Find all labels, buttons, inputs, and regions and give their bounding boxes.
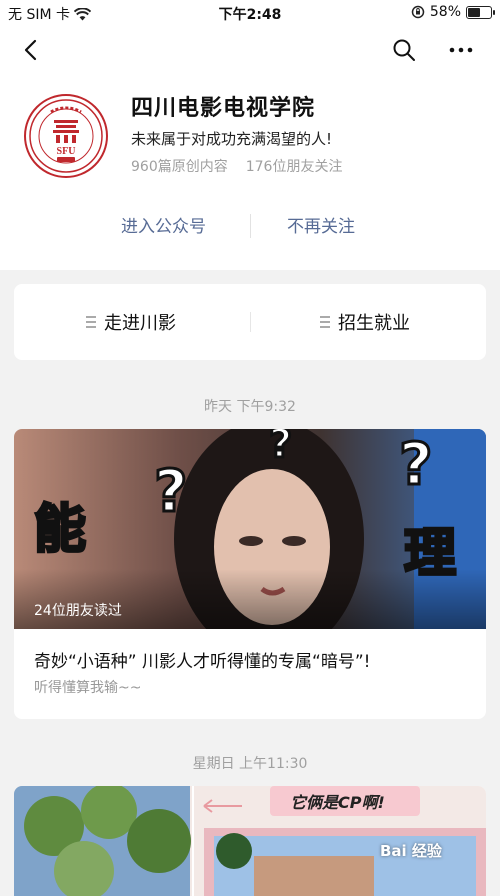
account-menu: 走进川影 招生就业 [14, 284, 486, 360]
post-timestamp: 昨天 下午9:32 [204, 399, 296, 415]
back-arrow-icon[interactable] [20, 38, 44, 62]
status-bar: 无 SIM 卡 下午2:48 58% [0, 0, 500, 26]
article-digest: 听得懂算我输~~ [34, 680, 142, 696]
more-options-icon[interactable] [448, 38, 474, 62]
article-card[interactable]: ? ? ? 能 理 24位朋友读过 奇妙“小语种” 川影人才听得懂的专属“暗号”… [14, 429, 486, 719]
account-avatar[interactable]: SFU [24, 94, 108, 178]
friends-following-count[interactable]: 176位朋友关注 [246, 156, 343, 176]
enter-account-button[interactable]: 进入公众号 [121, 212, 206, 237]
account-stats: 960篇原创内容 176位朋友关注 [131, 156, 342, 176]
list-icon [320, 316, 330, 328]
menu-item-admissions[interactable]: 招生就业 [320, 284, 410, 360]
battery-icon [466, 5, 495, 19]
logo-text: SFU [57, 146, 76, 157]
menu-item-label: 走进川影 [104, 313, 176, 334]
profile-header: SFU 四川电影电视学院 未来属于对成功充满渴望的人! 960篇原创内容 176… [0, 26, 500, 270]
orientation-lock-icon [411, 5, 425, 19]
action-divider [250, 214, 251, 238]
battery-percent: 58% [429, 4, 461, 20]
original-content-count: 960篇原创内容 [131, 159, 228, 175]
school-logo-icon: SFU [29, 99, 103, 173]
menu-divider [250, 312, 251, 332]
friends-read-count: 24位朋友读过 [34, 603, 122, 619]
unfollow-button[interactable]: 不再关注 [287, 212, 355, 237]
account-name: 四川电影电视学院 [131, 96, 316, 121]
menu-item-label: 招生就业 [338, 313, 410, 334]
menu-item-about[interactable]: 走进川影 [86, 284, 176, 360]
status-right: 58% [411, 4, 495, 20]
account-slogan: 未来属于对成功充满渴望的人! [131, 130, 333, 148]
profile-actions: 进入公众号 不再关注 [0, 212, 500, 242]
list-icon [86, 316, 96, 328]
post-timestamp: 星期日 上午11:30 [192, 756, 308, 772]
article-title[interactable]: 奇妙“小语种” 川影人才听得懂的专属“暗号”! [34, 647, 370, 672]
article-cover-image: ? ? ? 能 理 [14, 429, 486, 629]
search-icon[interactable] [392, 38, 416, 62]
cover-caption: 它俩是CP啊! [290, 793, 385, 812]
watermark: Bai 经验 [380, 842, 442, 860]
